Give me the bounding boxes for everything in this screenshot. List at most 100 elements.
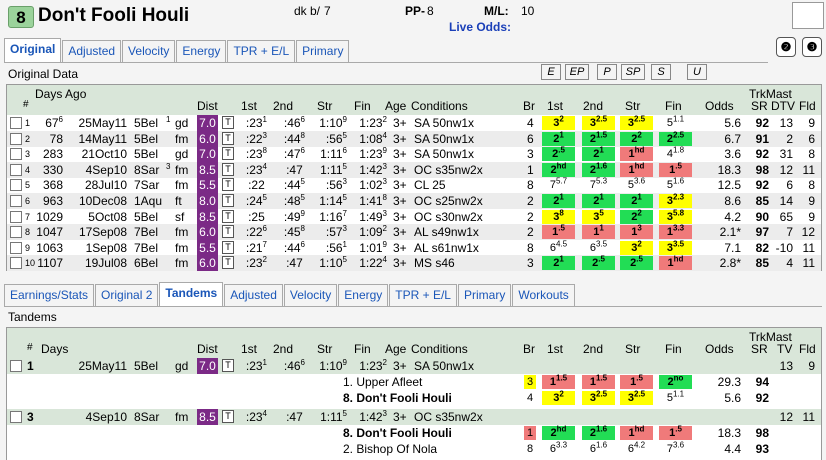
row-checkbox[interactable] (10, 195, 22, 207)
top-tab-adjusted[interactable]: Adjusted (62, 40, 122, 62)
filter-button-u[interactable]: U (687, 64, 707, 80)
round-button-2[interactable]: ❷ (776, 37, 796, 57)
tcol-conditions: Conditions (411, 342, 468, 356)
round-button-3[interactable]: ❸ (802, 37, 822, 57)
row-checkbox[interactable] (10, 257, 22, 270)
row-checkbox[interactable] (10, 163, 22, 176)
tcol-pstr: Str (625, 342, 641, 356)
original-row[interactable]: 7 1029 5Oct08 5Bel sf 8.5 T:25 :499 1:167 1:493 3… (7, 208, 821, 225)
filter-button-e[interactable]: E (541, 64, 561, 80)
tandem-horse-row[interactable]: 2. Bishop Of Nola 8 63.3 61.6 64.2 73.6 4.4 93 (7, 441, 821, 457)
tandem-checkbox[interactable] (10, 411, 22, 423)
col-dtv: DTV (771, 99, 795, 113)
pp-label: PP- (405, 4, 426, 18)
race-track: 5Bel (134, 209, 159, 224)
days-ago: 78 (49, 131, 63, 146)
race-conditions: AL s49nw1x (414, 225, 479, 240)
second-call-time: :485 (283, 193, 305, 209)
bottom-tab-tpr-e-l[interactable]: TPR + E/L (389, 284, 457, 306)
row-checkbox[interactable] (10, 241, 22, 254)
bottom-tab-earnings-stats[interactable]: Earnings/Stats (4, 284, 95, 306)
bottom-tab-velocity[interactable]: Velocity (283, 284, 338, 306)
odds: 12.5 (717, 178, 741, 193)
pace-fin-cell: 13.3 (659, 224, 692, 240)
tandem-checkbox[interactable] (10, 360, 22, 372)
scratch-box[interactable] (792, 2, 824, 29)
break-position: 3 (527, 147, 534, 162)
field-size: 8 (808, 178, 815, 193)
bottom-tab-original-2[interactable]: Original 2 (95, 284, 159, 306)
original-row[interactable]: 5 368 28Jul10 7Sar fm 5.5 T:22 :445:563 1:023 3+… (7, 177, 821, 194)
race-conditions: SA 50nw1x (414, 116, 475, 130)
bottom-tab-energy[interactable]: Energy (338, 284, 389, 306)
pace-fin-cell: 32.3 (659, 193, 692, 208)
filter-button-s[interactable]: S (651, 64, 671, 80)
bottom-tab-workouts[interactable]: Workouts (512, 284, 575, 306)
race-track: 6Bel (134, 256, 159, 271)
tandem-race-row[interactable]: 3 4Sep10 8Sar fm 8.5 T:234:47 1:115 1:423 3+ OC … (7, 409, 821, 425)
original-row[interactable]: 6 963 10Dec08 1Aqu ft 8.0 T:245:485 1:145 1:418 3… (7, 193, 821, 209)
row-number: 7 (25, 211, 31, 222)
race-conditions: OC s25nw2x (414, 194, 483, 208)
bottom-tab-adjusted[interactable]: Adjusted (224, 284, 283, 306)
original-row[interactable]: 8 1047 17Sep08 7Bel fm 6.0 T:226:458:573 1:092 3… (7, 224, 821, 241)
stretch-time: 1:167 (319, 208, 347, 224)
age-restriction: 3+ (393, 131, 407, 146)
pace-str-cell: 22 (620, 208, 653, 224)
speed-rating: 82 (755, 240, 769, 255)
bottom-tab-tandems[interactable]: Tandems (159, 282, 224, 306)
break-position: 1 (527, 162, 534, 177)
tandem-horse-name: 8. Don't Fooli Houli (343, 426, 452, 440)
row-checkbox[interactable] (10, 210, 22, 223)
row-checkbox[interactable] (10, 179, 22, 192)
age-restriction: 3+ (393, 147, 407, 162)
days-ago: 676 (45, 115, 63, 131)
second-call-time: :458 (283, 224, 305, 240)
tandem-horse-row[interactable]: 1. Upper Afleet 3 11.5 11.5 1.5 2no 29.3 94 (7, 374, 821, 390)
color-sex-label: dk b/ (294, 4, 321, 18)
original-row[interactable]: 4 330 4Sep10 8Sar 3 fm 8.5 T:234:47 1:115 1:423 3… (7, 162, 821, 178)
row-checkbox[interactable] (10, 117, 22, 129)
original-row[interactable]: 1 676 25May11 5Bel 1 gd 7.0 T:231:466 1:109 1:232… (7, 115, 821, 131)
speed-rating: 97 (755, 225, 769, 240)
original-row[interactable]: 2 78 14May11 5Bel fm 6.0 T:223:448:565 1:084 3+ S… (7, 130, 821, 147)
field-size: 11 (802, 162, 815, 177)
second-call-time: :466 (283, 115, 305, 131)
field-size: 9 (808, 359, 815, 373)
row-checkbox[interactable] (10, 132, 22, 145)
final-time: 1:423 (359, 409, 387, 425)
odds: 7.1 (724, 240, 741, 255)
tandem-race-row[interactable]: 1 25May11 5Bel gd 7.0 T:231:466 1:109 1:232 3+ SA… (7, 358, 821, 374)
dtv: 7 (786, 225, 793, 240)
filter-button-sp[interactable]: SP (621, 64, 645, 80)
col-br: Br (523, 99, 535, 113)
first-call-time: :25 (248, 209, 265, 224)
track-condition: sf (175, 209, 185, 224)
row-checkbox[interactable] (10, 226, 22, 239)
age-restriction: 3+ (393, 225, 407, 240)
tandem-horse-row[interactable]: 8. Don't Fooli Houli 1 2hd 21.6 1hd 1.5 18.3 98 (7, 425, 821, 441)
dtv: 31 (779, 147, 793, 162)
top-tab-energy[interactable]: Energy (176, 40, 227, 62)
race-date: 25May11 (78, 359, 127, 373)
top-tab-primary[interactable]: Primary (296, 40, 350, 62)
tcol-dist: Dist (197, 342, 218, 356)
top-tab-tpr-e-l[interactable]: TPR + E/L (227, 40, 296, 62)
original-row[interactable]: 9 1063 1Sep08 7Bel fm 5.5 T:217:446:561 1:019 3+… (7, 240, 821, 256)
top-tab-original[interactable]: Original (4, 38, 62, 62)
filter-button-p[interactable]: P (597, 64, 617, 80)
tandem-horse-row[interactable]: 8. Don't Fooli Houli 4 32 32.5 32.5 51.1 5.6 92 (7, 390, 821, 406)
bottom-tab-primary[interactable]: Primary (457, 284, 512, 306)
stretch-time: 1:116 (320, 146, 347, 162)
tcol-days: Days (41, 342, 69, 356)
field-size: 9 (808, 116, 815, 130)
pace-fin-cell: 1.5 (659, 425, 692, 440)
original-row[interactable]: 10 1107 19Jul08 6Bel fm 6.0 T:232:47 1:105 1:22… (7, 255, 821, 272)
row-checkbox[interactable] (10, 148, 22, 161)
filter-button-ep[interactable]: EP (565, 64, 589, 80)
col-sr: SR (751, 99, 768, 113)
top-tab-velocity[interactable]: Velocity (122, 40, 176, 62)
original-row[interactable]: 3 283 21Oct10 5Bel gd 7.0 T:238:476 1:116 1:239 3… (7, 146, 821, 163)
break-position: 1 (524, 426, 536, 440)
field-size: 11 (802, 410, 815, 424)
